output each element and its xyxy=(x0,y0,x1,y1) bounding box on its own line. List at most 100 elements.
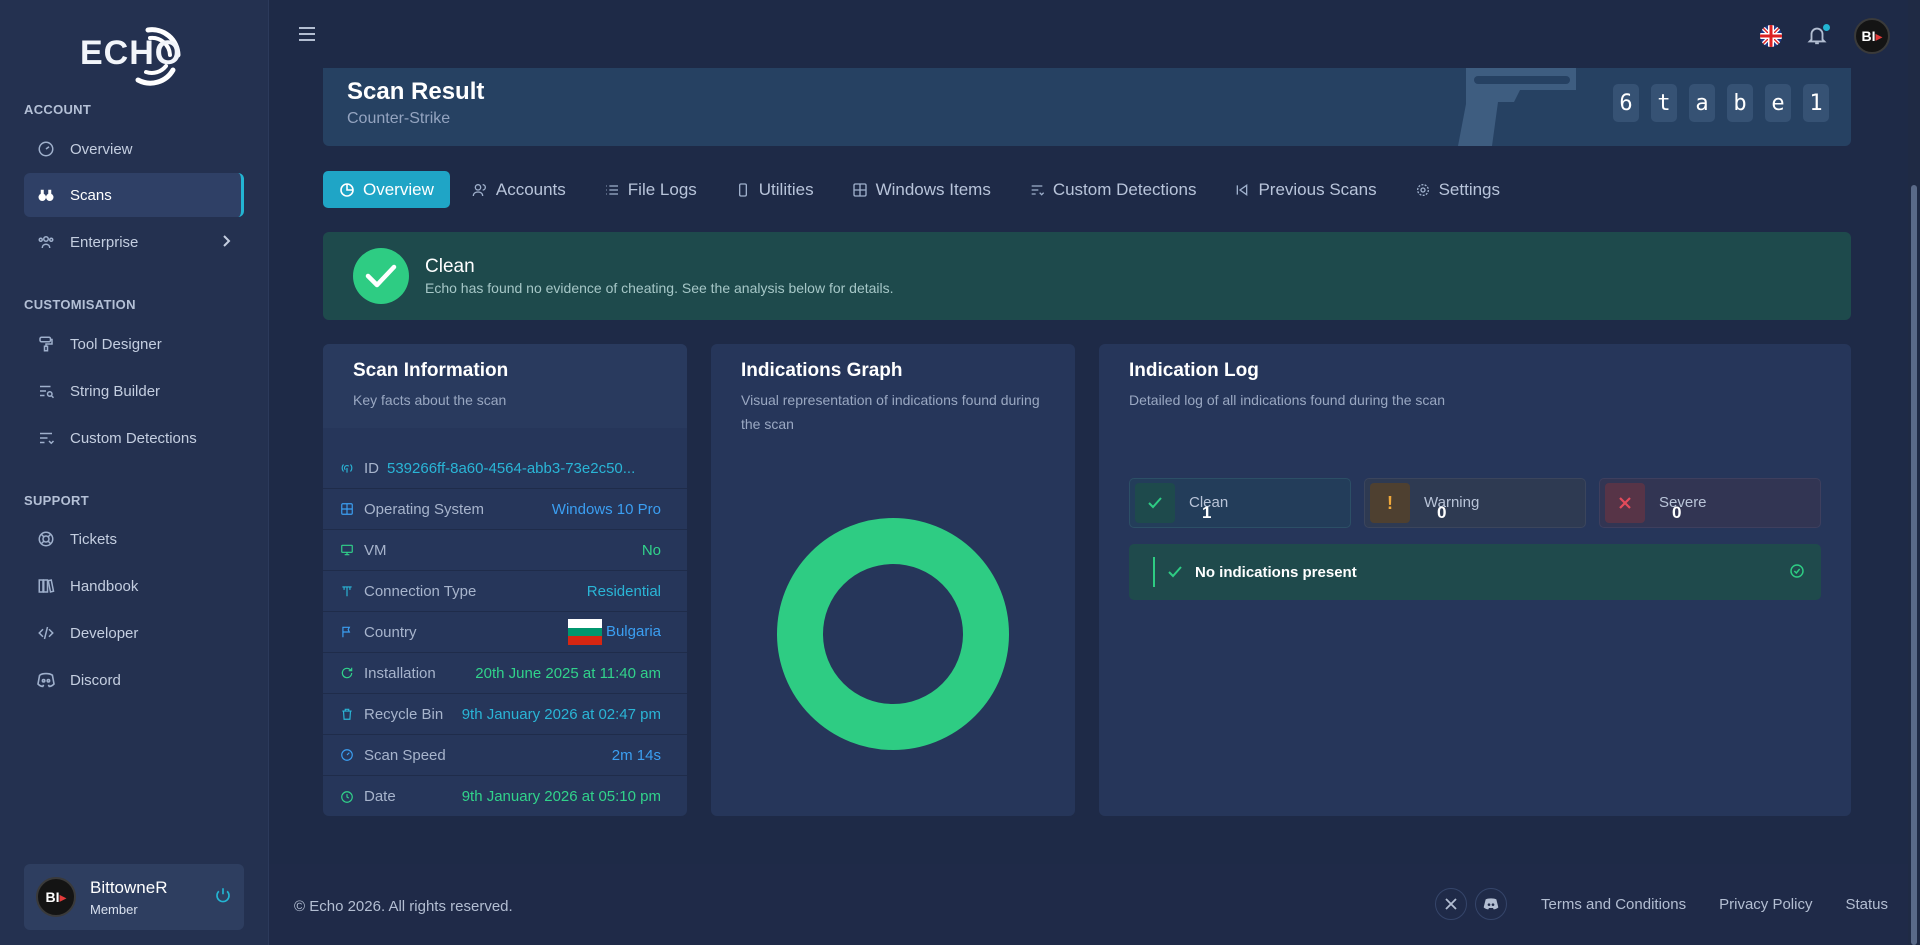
tab-settings[interactable]: Settings xyxy=(1399,171,1516,208)
footer-link-status[interactable]: Status xyxy=(1845,896,1888,913)
sidebar-item-developer[interactable]: Developer xyxy=(24,611,244,655)
user-card[interactable]: BI ▸ BittowneR Member xyxy=(24,864,244,930)
info-row-os: Operating System Windows 10 Pro xyxy=(323,489,687,530)
donut-slice-clean xyxy=(777,518,1009,750)
code-char: a xyxy=(1689,84,1715,122)
sidebar: ECHO ACCOUNT Overview Scans Enterprise C… xyxy=(0,0,269,945)
pie-chart-icon xyxy=(339,182,355,198)
code-char: b xyxy=(1727,84,1753,122)
paint-roller-icon xyxy=(36,334,56,354)
card-title: Indication Log xyxy=(1129,360,1259,381)
skip-back-icon xyxy=(1234,182,1250,198)
x-icon xyxy=(1605,483,1645,523)
counter-warning[interactable]: ! Warning 0 xyxy=(1364,478,1586,528)
scrollbar-thumb[interactable] xyxy=(1911,185,1917,945)
user-role: Member xyxy=(90,901,138,917)
counter-value: 1 xyxy=(1202,503,1212,522)
no-indications-text: No indications present xyxy=(1195,563,1357,581)
footer-link-privacy[interactable]: Privacy Policy xyxy=(1719,896,1812,913)
trash-icon xyxy=(340,707,358,721)
bulgaria-flag-icon xyxy=(567,619,602,645)
indication-log-card: Indication Log Detailed log of all indic… xyxy=(1099,344,1851,816)
card-title: Indications Graph xyxy=(741,360,903,381)
gear-icon xyxy=(1415,182,1431,198)
scan-tabs: Overview Accounts File Logs Utilities Wi… xyxy=(323,171,1516,208)
tab-file-logs[interactable]: File Logs xyxy=(588,171,713,208)
sidebar-item-label: Handbook xyxy=(70,577,139,595)
info-row-installation: Installation 20th June 2025 at 11:40 am xyxy=(323,653,687,694)
info-row-connection: Connection Type Residential xyxy=(323,571,687,612)
counter-value: 0 xyxy=(1672,503,1682,522)
sidebar-item-tool-designer[interactable]: Tool Designer xyxy=(24,322,244,366)
sidebar-item-discord[interactable]: Discord xyxy=(24,658,244,702)
card-subtitle: Visual representation of indications fou… xyxy=(741,392,1040,432)
refresh-icon xyxy=(340,666,358,680)
page-subtitle: Counter-Strike xyxy=(347,110,451,127)
footer-links: Terms and Conditions Privacy Policy Stat… xyxy=(1435,888,1888,920)
sidebar-item-enterprise[interactable]: Enterprise xyxy=(24,220,244,264)
scan-status-banner: Clean Echo has found no evidence of chea… xyxy=(323,232,1851,320)
info-row-recycle-bin: Recycle Bin 9th January 2026 at 02:47 pm xyxy=(323,694,687,735)
copyright-text: © Echo 2026. All rights reserved. xyxy=(294,898,513,915)
discord-icon[interactable] xyxy=(1475,888,1508,920)
windows-icon xyxy=(340,502,358,516)
scan-id-link[interactable]: 539266ff-8a60-4564-abb3-73e2c50... xyxy=(387,460,635,477)
exclamation-icon: ! xyxy=(1370,483,1410,523)
no-indications-row: No indications present xyxy=(1129,544,1821,600)
hamburger-menu-icon[interactable] xyxy=(298,26,316,47)
language-flag-icon[interactable] xyxy=(1760,25,1782,47)
tab-overview[interactable]: Overview xyxy=(323,171,450,208)
info-row-country: Country Bulgaria xyxy=(323,612,687,653)
notification-bell-icon[interactable] xyxy=(1806,24,1830,48)
info-row-date: Date 9th January 2026 at 05:10 pm xyxy=(323,776,687,817)
gauge-icon xyxy=(36,139,56,159)
speedometer-icon xyxy=(340,748,358,762)
section-title-support: SUPPORT xyxy=(24,493,89,508)
sidebar-item-tickets[interactable]: Tickets xyxy=(24,517,244,561)
tab-windows-items[interactable]: Windows Items xyxy=(836,171,1007,208)
sidebar-item-label: Enterprise xyxy=(70,233,139,251)
check-icon xyxy=(1135,483,1175,523)
tab-utilities[interactable]: Utilities xyxy=(719,171,830,208)
header-avatar[interactable]: BI ▸ xyxy=(1854,18,1890,54)
scan-code: 6 t a b e 1 xyxy=(1613,84,1829,122)
fingerprint-icon xyxy=(340,461,358,475)
user-name: BittowneR xyxy=(90,877,168,897)
tab-accounts[interactable]: Accounts xyxy=(456,171,582,208)
tab-custom-detections[interactable]: Custom Detections xyxy=(1013,171,1213,208)
scan-result-header: Scan Result Counter-Strike 6 t a b e 1 xyxy=(323,68,1851,146)
indications-donut-chart xyxy=(777,518,1009,750)
lifebuoy-icon xyxy=(36,529,56,549)
clock-icon xyxy=(340,790,358,804)
sidebar-item-string-builder[interactable]: String Builder xyxy=(24,369,244,413)
sidebar-item-scans[interactable]: Scans xyxy=(24,173,244,217)
footer-link-terms[interactable]: Terms and Conditions xyxy=(1541,896,1686,913)
footer: © Echo 2026. All rights reserved. Terms … xyxy=(269,864,1908,945)
notification-dot xyxy=(1823,24,1830,31)
chevron-right-icon xyxy=(220,234,232,252)
sidebar-item-handbook[interactable]: Handbook xyxy=(24,564,244,608)
books-icon xyxy=(36,576,56,596)
card-subtitle: Detailed log of all indications found du… xyxy=(1129,392,1445,408)
sidebar-item-label: Tool Designer xyxy=(70,335,162,353)
x-twitter-icon[interactable] xyxy=(1435,888,1468,920)
counter-severe[interactable]: Severe 0 xyxy=(1599,478,1821,528)
logo-text: ECHO xyxy=(80,34,183,72)
sidebar-item-label: Discord xyxy=(70,671,121,689)
echo-logo[interactable]: ECHO xyxy=(78,20,188,90)
power-icon[interactable] xyxy=(214,886,232,909)
page-scrollbar[interactable] xyxy=(1908,0,1920,945)
tab-previous-scans[interactable]: Previous Scans xyxy=(1218,171,1392,208)
users-icon xyxy=(36,232,56,252)
check-circle-icon xyxy=(353,248,409,304)
sidebar-item-custom-detections[interactable]: Custom Detections xyxy=(24,416,244,460)
counter-value: 0 xyxy=(1437,503,1447,522)
info-row-scan-speed: Scan Speed 2m 14s xyxy=(323,735,687,776)
section-title-account: ACCOUNT xyxy=(24,102,92,117)
counter-clean[interactable]: Clean 1 xyxy=(1129,478,1351,528)
sidebar-item-overview[interactable]: Overview xyxy=(24,127,244,171)
code-char: t xyxy=(1651,84,1677,122)
users-icon xyxy=(472,182,488,198)
check-circle-icon xyxy=(1789,563,1805,584)
sidebar-item-label: Developer xyxy=(70,624,139,642)
